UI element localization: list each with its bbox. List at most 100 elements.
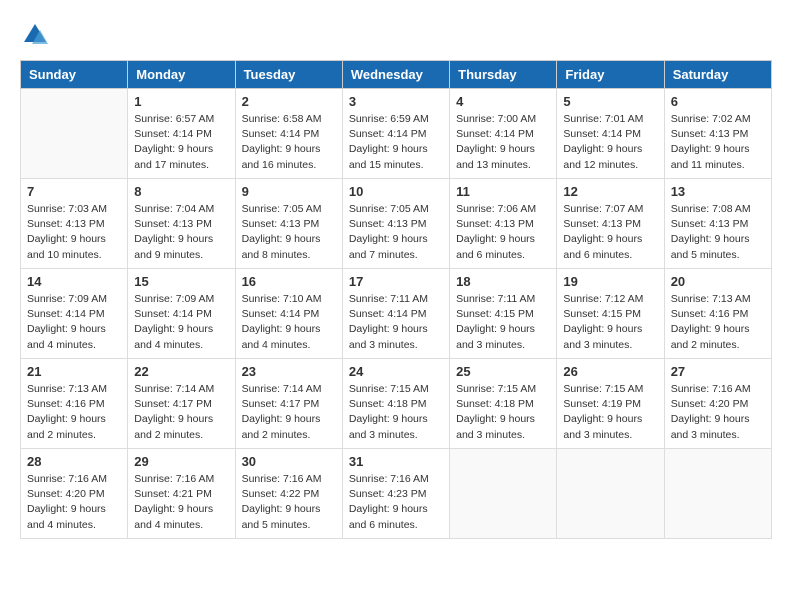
day-number: 4 [456, 94, 550, 109]
day-number: 26 [563, 364, 657, 379]
day-info: Sunrise: 7:15 AM Sunset: 4:18 PM Dayligh… [456, 382, 550, 443]
calendar-week-3: 14 Sunrise: 7:09 AM Sunset: 4:14 PM Dayli… [21, 269, 772, 359]
calendar-week-1: 1 Sunrise: 6:57 AM Sunset: 4:14 PM Daylig… [21, 89, 772, 179]
day-info: Sunrise: 7:16 AM Sunset: 4:23 PM Dayligh… [349, 472, 443, 533]
calendar-cell: 25 Sunrise: 7:15 AM Sunset: 4:18 PM Dayli… [450, 359, 557, 449]
day-info: Sunrise: 7:04 AM Sunset: 4:13 PM Dayligh… [134, 202, 228, 263]
day-info: Sunrise: 7:03 AM Sunset: 4:13 PM Dayligh… [27, 202, 121, 263]
calendar-cell: 19 Sunrise: 7:12 AM Sunset: 4:15 PM Dayli… [557, 269, 664, 359]
logo [20, 20, 54, 50]
calendar-cell: 13 Sunrise: 7:08 AM Sunset: 4:13 PM Dayli… [664, 179, 771, 269]
calendar-cell: 3 Sunrise: 6:59 AM Sunset: 4:14 PM Daylig… [342, 89, 449, 179]
calendar-cell [21, 89, 128, 179]
day-number: 15 [134, 274, 228, 289]
day-number: 16 [242, 274, 336, 289]
day-info: Sunrise: 6:59 AM Sunset: 4:14 PM Dayligh… [349, 112, 443, 173]
day-info: Sunrise: 6:58 AM Sunset: 4:14 PM Dayligh… [242, 112, 336, 173]
day-number: 5 [563, 94, 657, 109]
day-info: Sunrise: 7:14 AM Sunset: 4:17 PM Dayligh… [134, 382, 228, 443]
day-number: 28 [27, 454, 121, 469]
calendar-cell: 1 Sunrise: 6:57 AM Sunset: 4:14 PM Daylig… [128, 89, 235, 179]
weekday-header-wednesday: Wednesday [342, 61, 449, 89]
calendar-cell: 22 Sunrise: 7:14 AM Sunset: 4:17 PM Dayli… [128, 359, 235, 449]
calendar-cell: 14 Sunrise: 7:09 AM Sunset: 4:14 PM Dayli… [21, 269, 128, 359]
day-info: Sunrise: 7:10 AM Sunset: 4:14 PM Dayligh… [242, 292, 336, 353]
day-info: Sunrise: 7:15 AM Sunset: 4:18 PM Dayligh… [349, 382, 443, 443]
day-info: Sunrise: 7:15 AM Sunset: 4:19 PM Dayligh… [563, 382, 657, 443]
calendar-cell: 12 Sunrise: 7:07 AM Sunset: 4:13 PM Dayli… [557, 179, 664, 269]
weekday-header-sunday: Sunday [21, 61, 128, 89]
day-number: 13 [671, 184, 765, 199]
calendar-cell: 18 Sunrise: 7:11 AM Sunset: 4:15 PM Dayli… [450, 269, 557, 359]
calendar-header-row: SundayMondayTuesdayWednesdayThursdayFrid… [21, 61, 772, 89]
day-number: 22 [134, 364, 228, 379]
day-number: 23 [242, 364, 336, 379]
day-info: Sunrise: 7:05 AM Sunset: 4:13 PM Dayligh… [349, 202, 443, 263]
day-number: 19 [563, 274, 657, 289]
day-number: 25 [456, 364, 550, 379]
calendar-cell: 9 Sunrise: 7:05 AM Sunset: 4:13 PM Daylig… [235, 179, 342, 269]
calendar-cell [557, 449, 664, 539]
day-number: 21 [27, 364, 121, 379]
day-number: 7 [27, 184, 121, 199]
day-info: Sunrise: 7:12 AM Sunset: 4:15 PM Dayligh… [563, 292, 657, 353]
day-number: 24 [349, 364, 443, 379]
calendar-cell: 24 Sunrise: 7:15 AM Sunset: 4:18 PM Dayli… [342, 359, 449, 449]
calendar-table: SundayMondayTuesdayWednesdayThursdayFrid… [20, 60, 772, 539]
calendar-cell: 7 Sunrise: 7:03 AM Sunset: 4:13 PM Daylig… [21, 179, 128, 269]
day-info: Sunrise: 7:09 AM Sunset: 4:14 PM Dayligh… [27, 292, 121, 353]
day-info: Sunrise: 7:08 AM Sunset: 4:13 PM Dayligh… [671, 202, 765, 263]
page-header [20, 20, 772, 50]
day-number: 9 [242, 184, 336, 199]
day-info: Sunrise: 7:16 AM Sunset: 4:20 PM Dayligh… [27, 472, 121, 533]
calendar-cell: 31Sunrise: 7:16 AM Sunset: 4:23 PM Dayli… [342, 449, 449, 539]
calendar-cell: 6 Sunrise: 7:02 AM Sunset: 4:13 PM Daylig… [664, 89, 771, 179]
day-info: Sunrise: 7:01 AM Sunset: 4:14 PM Dayligh… [563, 112, 657, 173]
day-number: 27 [671, 364, 765, 379]
calendar-cell: 26 Sunrise: 7:15 AM Sunset: 4:19 PM Dayli… [557, 359, 664, 449]
day-number: 1 [134, 94, 228, 109]
calendar-cell: 8 Sunrise: 7:04 AM Sunset: 4:13 PM Daylig… [128, 179, 235, 269]
day-number: 11 [456, 184, 550, 199]
logo-icon [20, 20, 50, 50]
weekday-header-thursday: Thursday [450, 61, 557, 89]
weekday-header-friday: Friday [557, 61, 664, 89]
day-info: Sunrise: 7:16 AM Sunset: 4:21 PM Dayligh… [134, 472, 228, 533]
weekday-header-tuesday: Tuesday [235, 61, 342, 89]
calendar-week-4: 21 Sunrise: 7:13 AM Sunset: 4:16 PM Dayli… [21, 359, 772, 449]
day-info: Sunrise: 7:16 AM Sunset: 4:22 PM Dayligh… [242, 472, 336, 533]
day-info: Sunrise: 7:05 AM Sunset: 4:13 PM Dayligh… [242, 202, 336, 263]
weekday-header-saturday: Saturday [664, 61, 771, 89]
day-info: Sunrise: 7:13 AM Sunset: 4:16 PM Dayligh… [671, 292, 765, 353]
day-number: 3 [349, 94, 443, 109]
day-number: 6 [671, 94, 765, 109]
day-info: Sunrise: 6:57 AM Sunset: 4:14 PM Dayligh… [134, 112, 228, 173]
day-number: 10 [349, 184, 443, 199]
calendar-cell: 4 Sunrise: 7:00 AM Sunset: 4:14 PM Daylig… [450, 89, 557, 179]
day-info: Sunrise: 7:09 AM Sunset: 4:14 PM Dayligh… [134, 292, 228, 353]
day-info: Sunrise: 7:02 AM Sunset: 4:13 PM Dayligh… [671, 112, 765, 173]
calendar-cell: 17Sunrise: 7:11 AM Sunset: 4:14 PM Dayli… [342, 269, 449, 359]
calendar-cell: 23Sunrise: 7:14 AM Sunset: 4:17 PM Dayli… [235, 359, 342, 449]
day-number: 20 [671, 274, 765, 289]
calendar-cell: 10 Sunrise: 7:05 AM Sunset: 4:13 PM Dayli… [342, 179, 449, 269]
calendar-week-5: 28 Sunrise: 7:16 AM Sunset: 4:20 PM Dayli… [21, 449, 772, 539]
day-info: Sunrise: 7:16 AM Sunset: 4:20 PM Dayligh… [671, 382, 765, 443]
calendar-cell [450, 449, 557, 539]
day-info: Sunrise: 7:11 AM Sunset: 4:14 PM Dayligh… [349, 292, 443, 353]
day-info: Sunrise: 7:13 AM Sunset: 4:16 PM Dayligh… [27, 382, 121, 443]
calendar-cell: 20 Sunrise: 7:13 AM Sunset: 4:16 PM Dayli… [664, 269, 771, 359]
day-number: 8 [134, 184, 228, 199]
day-number: 12 [563, 184, 657, 199]
calendar-cell: 2Sunrise: 6:58 AM Sunset: 4:14 PM Daylig… [235, 89, 342, 179]
day-number: 18 [456, 274, 550, 289]
day-info: Sunrise: 7:11 AM Sunset: 4:15 PM Dayligh… [456, 292, 550, 353]
day-info: Sunrise: 7:00 AM Sunset: 4:14 PM Dayligh… [456, 112, 550, 173]
day-number: 14 [27, 274, 121, 289]
calendar-cell: 28 Sunrise: 7:16 AM Sunset: 4:20 PM Dayli… [21, 449, 128, 539]
calendar-cell: 29Sunrise: 7:16 AM Sunset: 4:21 PM Dayli… [128, 449, 235, 539]
day-info: Sunrise: 7:07 AM Sunset: 4:13 PM Dayligh… [563, 202, 657, 263]
day-info: Sunrise: 7:06 AM Sunset: 4:13 PM Dayligh… [456, 202, 550, 263]
day-number: 30 [242, 454, 336, 469]
calendar-cell: 16 Sunrise: 7:10 AM Sunset: 4:14 PM Dayli… [235, 269, 342, 359]
